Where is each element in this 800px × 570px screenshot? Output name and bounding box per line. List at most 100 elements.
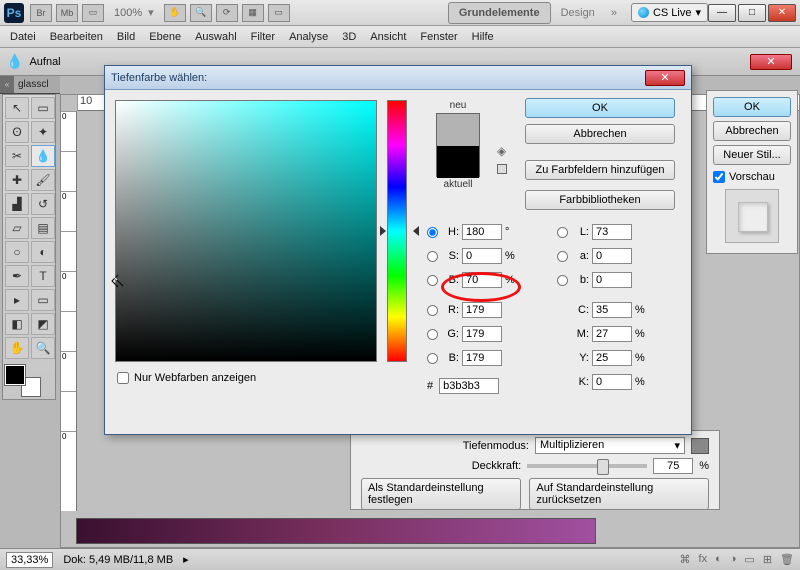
set-default-button[interactable]: Als Standardeinstellung festlegen (361, 478, 521, 510)
bridge-icon[interactable]: Br (30, 4, 52, 22)
zoom-level[interactable]: 100% (114, 7, 142, 19)
status-folder-icon[interactable]: ▭ (744, 553, 754, 566)
gradient-tool[interactable]: ▤ (31, 217, 55, 239)
tiefenfarbe-swatch[interactable] (691, 438, 709, 454)
bl-input[interactable] (462, 350, 502, 366)
pen-tool[interactable]: ✒ (5, 265, 29, 287)
eyedropper-icon[interactable]: 💧 (6, 53, 23, 70)
side-cancel-button[interactable]: Abbrechen (713, 121, 791, 141)
preview-checkbox-input[interactable] (713, 171, 725, 183)
reset-default-button[interactable]: Auf Standardeinstellung zurücksetzen (529, 478, 709, 510)
status-new-icon[interactable]: ⊞ (763, 553, 772, 566)
tab-design[interactable]: Design (551, 3, 605, 23)
picker-ok-button[interactable]: OK (525, 98, 675, 118)
deckkraft-input[interactable]: 75 (653, 458, 693, 474)
screen-mode-icon[interactable]: ▭ (82, 4, 104, 22)
tabstrip-arrows-icon[interactable]: « (0, 76, 14, 93)
dialog-close-button[interactable]: ✕ (645, 70, 685, 86)
status-chevron-icon[interactable]: ▸ (183, 553, 189, 566)
status-dok[interactable]: Dok: 5,49 MB/11,8 MB (63, 554, 173, 566)
maximize-button[interactable]: □ (738, 4, 766, 22)
menu-datei[interactable]: Datei (10, 31, 36, 43)
quick-select-tool[interactable]: ✦ (31, 121, 55, 143)
new-color-swatch[interactable] (437, 114, 479, 146)
picker-cancel-button[interactable]: Abbrechen (525, 124, 675, 144)
status-link-icon[interactable]: ⌘ (680, 553, 691, 566)
status-mask-icon[interactable]: ◐ (715, 553, 722, 566)
blur-tool[interactable]: ○ (5, 241, 29, 263)
menu-analyse[interactable]: Analyse (289, 31, 328, 43)
s-input[interactable] (462, 248, 502, 264)
l-input[interactable] (592, 224, 632, 240)
eraser-tool[interactable]: ▱ (5, 217, 29, 239)
hex-input[interactable] (439, 378, 499, 394)
minibridge-icon[interactable]: Mb (56, 4, 78, 22)
minimize-button[interactable]: — (708, 4, 736, 22)
hand-tool-icon[interactable]: ✋ (164, 4, 186, 22)
s-radio[interactable] (427, 251, 438, 262)
menu-filter[interactable]: Filter (251, 31, 275, 43)
menu-ansicht[interactable]: Ansicht (370, 31, 406, 43)
g-radio[interactable] (427, 329, 438, 340)
web-colors-checkbox-input[interactable] (117, 372, 129, 384)
status-trash-icon[interactable]: 🗑 (780, 553, 794, 566)
m-input[interactable] (592, 326, 632, 342)
shape-tool[interactable]: ▭ (31, 289, 55, 311)
tab-grundelemente[interactable]: Grundelemente (448, 2, 551, 24)
type-tool[interactable]: T (31, 265, 55, 287)
h-radio[interactable] (427, 227, 438, 238)
k-input[interactable] (592, 374, 632, 390)
status-zoom[interactable]: 33,33% (6, 552, 53, 568)
color-swatches[interactable] (5, 365, 41, 397)
menu-hilfe[interactable]: Hilfe (472, 31, 494, 43)
color-libraries-button[interactable]: Farbbibliotheken (525, 190, 675, 210)
lasso-tool[interactable]: ʘ (5, 121, 29, 143)
lab-b-input[interactable] (592, 272, 632, 288)
c-input[interactable] (592, 302, 632, 318)
h-input[interactable] (462, 224, 502, 240)
g-input[interactable] (462, 326, 502, 342)
menu-fenster[interactable]: Fenster (420, 31, 457, 43)
add-to-swatches-button[interactable]: Zu Farbfeldern hinzufügen (525, 160, 675, 180)
3d-tool[interactable]: ◧ (5, 313, 29, 335)
hand-tool[interactable]: ✋ (5, 337, 29, 359)
a-input[interactable] (592, 248, 632, 264)
tiefenmodus-select[interactable]: Multiplizieren▾ (535, 437, 685, 454)
dialog-titlebar[interactable]: Tiefenfarbe wählen: ✕ (105, 66, 691, 90)
path-select-tool[interactable]: ▸ (5, 289, 29, 311)
preview-checkbox[interactable]: Vorschau (713, 171, 791, 183)
subwindow-close-button[interactable]: ✕ (750, 54, 792, 70)
brush-tool[interactable]: 🖌 (31, 169, 55, 191)
screen-icon[interactable]: ▭ (268, 4, 290, 22)
healing-tool[interactable]: ✚ (5, 169, 29, 191)
lab-b-radio[interactable] (557, 275, 568, 286)
current-color-swatch[interactable] (437, 146, 479, 178)
r-input[interactable] (462, 302, 502, 318)
status-adjust-icon[interactable]: ◑ (730, 553, 737, 566)
gamut-warning-icon[interactable]: ◈ (497, 144, 506, 158)
status-fx-icon[interactable]: fx (699, 553, 708, 566)
menu-ebene[interactable]: Ebene (149, 31, 181, 43)
document-tab[interactable]: glasscl (14, 76, 60, 93)
b-input[interactable] (462, 272, 502, 288)
marquee-tool[interactable]: ▭ (31, 97, 55, 119)
arrange-icon[interactable]: ▦ (242, 4, 264, 22)
websafe-swatch[interactable] (497, 164, 507, 174)
foreground-color-swatch[interactable] (5, 365, 25, 385)
3d-camera-tool[interactable]: ◩ (31, 313, 55, 335)
rotate-view-icon[interactable]: ⟳ (216, 4, 238, 22)
zoom-tool[interactable]: 🔍 (31, 337, 55, 359)
l-radio[interactable] (557, 227, 568, 238)
menu-3d[interactable]: 3D (342, 31, 356, 43)
stamp-tool[interactable]: ▟ (5, 193, 29, 215)
workspace-more-icon[interactable]: » (611, 7, 617, 19)
menu-auswahl[interactable]: Auswahl (195, 31, 237, 43)
crop-tool[interactable]: ✂ (5, 145, 29, 167)
zoom-tool-icon[interactable]: 🔍 (190, 4, 212, 22)
menu-bild[interactable]: Bild (117, 31, 135, 43)
y-input[interactable] (592, 350, 632, 366)
bl-radio[interactable] (427, 353, 438, 364)
close-button[interactable]: ✕ (768, 4, 796, 22)
cslive-button[interactable]: CS Live ▾ (631, 3, 708, 22)
a-radio[interactable] (557, 251, 568, 262)
